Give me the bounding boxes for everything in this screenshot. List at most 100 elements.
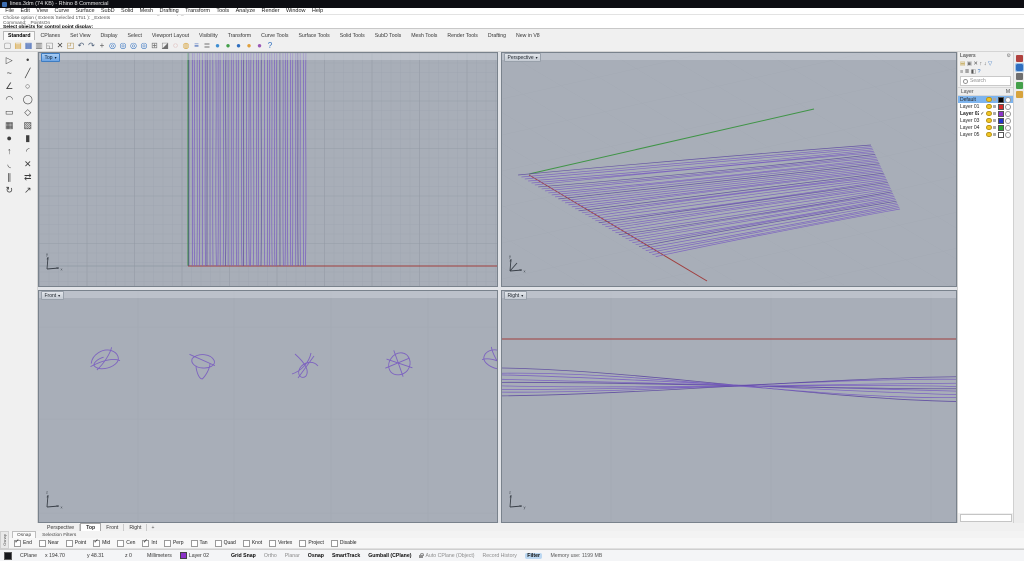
material-icon[interactable] — [1005, 110, 1011, 117]
cplane-button[interactable]: CPlane — [20, 553, 37, 559]
viewport-title-front[interactable]: Front ▾ — [41, 291, 64, 300]
osnap-tab[interactable]: Osnap — [12, 531, 37, 538]
layer-row[interactable]: Default — [958, 96, 1013, 103]
osnap-option[interactable]: ✓ End — [14, 539, 32, 547]
circle[interactable]: ○ — [19, 80, 38, 93]
layers-tab[interactable] — [1014, 63, 1024, 72]
detail-view[interactable]: ≣ — [965, 69, 970, 75]
list-view[interactable]: ≡ — [960, 69, 963, 75]
new-file[interactable]: ▢ — [3, 41, 12, 51]
lock-icon[interactable] — [993, 105, 996, 108]
gear-icon[interactable]: ⚙ — [1007, 53, 1011, 59]
layer-color-swatch[interactable] — [997, 124, 1004, 131]
toolbar-tab[interactable]: SubD Tools — [370, 31, 406, 40]
material-editor[interactable]: ● — [255, 41, 264, 51]
osnap-option[interactable]: ✓ Mid — [93, 539, 110, 547]
osnap-option[interactable]: Near — [38, 539, 59, 547]
osnap-option[interactable]: Cen — [117, 539, 135, 547]
open-file[interactable]: ▤ — [14, 41, 23, 51]
hide-objects[interactable]: ◌ — [171, 41, 180, 51]
material-icon[interactable] — [1005, 96, 1011, 103]
pan-view[interactable]: + — [98, 41, 107, 51]
osnap-option[interactable]: Tan — [190, 539, 208, 547]
named-views[interactable]: ⊞ — [150, 41, 159, 51]
toolbar-tab[interactable]: Standard — [3, 31, 36, 40]
status-toggle[interactable]: Osnap — [308, 553, 324, 559]
menu-item[interactable]: Edit — [17, 8, 33, 14]
menu-item[interactable]: Transform — [182, 8, 213, 14]
curve[interactable]: ~ — [0, 67, 19, 80]
top-viewport-canvas[interactable]: xy — [39, 53, 497, 286]
front-viewport-canvas[interactable]: xz — [39, 291, 497, 522]
osnap-option[interactable]: Knot — [242, 539, 262, 547]
render[interactable]: ● — [234, 41, 243, 51]
material-icon[interactable] — [1005, 117, 1011, 124]
display-mode[interactable]: ◪ — [161, 41, 170, 51]
osnap-option[interactable]: Disable — [330, 539, 357, 547]
menu-item[interactable]: SubD — [98, 8, 118, 14]
checkbox[interactable] — [269, 539, 277, 547]
osnap-option[interactable]: Quad — [214, 539, 236, 547]
lock-icon[interactable] — [993, 119, 996, 122]
menu-item[interactable]: Tools — [213, 8, 232, 14]
properties-tab[interactable] — [1015, 55, 1023, 62]
material-icon[interactable] — [1005, 131, 1011, 138]
paste[interactable]: ◰ — [66, 41, 75, 51]
status-toggle[interactable]: Grid Snap — [231, 553, 256, 559]
split[interactable]: ∥ — [0, 171, 19, 184]
visibility-bulb-icon[interactable] — [986, 103, 992, 110]
new-sublayer[interactable]: ▣ — [967, 61, 972, 67]
viewport-right[interactable]: yz Right ▾ — [501, 290, 957, 523]
checkbox[interactable] — [163, 539, 171, 547]
sphere[interactable]: ● — [0, 132, 19, 145]
status-toggle[interactable]: Ortho — [264, 553, 277, 559]
menu-item[interactable]: Help — [309, 8, 327, 14]
visibility-bulb-icon[interactable] — [986, 124, 992, 131]
status-toggle[interactable]: Planar — [285, 553, 300, 559]
checkbox[interactable]: ✓ — [142, 539, 150, 547]
extrude[interactable]: ↑ — [0, 145, 19, 158]
arc[interactable]: ◠ — [0, 93, 19, 106]
toolbar-tab[interactable]: Display — [95, 31, 122, 40]
layer-row[interactable]: Layer 03 — [958, 117, 1013, 124]
menu-item[interactable]: Solid — [118, 8, 137, 14]
menu-item[interactable]: Drafting — [156, 8, 182, 14]
checkbox[interactable]: ✓ — [14, 539, 21, 547]
osnap-side-tab[interactable]: Osnap — [0, 531, 9, 549]
rectangle[interactable]: ▭ — [0, 106, 19, 119]
visibility-bulb-icon[interactable] — [986, 131, 992, 138]
menu-item[interactable]: Curve — [51, 8, 72, 14]
command-history[interactable]: Drag a window to zoom ( All Dynamic Exte… — [0, 15, 1024, 29]
lock-objects[interactable]: ◍ — [182, 41, 191, 51]
polyline[interactable]: ∠ — [0, 80, 19, 93]
toolbar-tab[interactable]: Surface Tools — [293, 31, 334, 40]
trim[interactable]: ✕ — [19, 158, 38, 171]
delete-layer[interactable]: ✕ — [973, 61, 978, 67]
polygon[interactable]: ◇ — [19, 106, 38, 119]
viewport-title-right[interactable]: Right ▾ — [504, 291, 527, 300]
osnap-tab[interactable]: Selection Filters — [38, 532, 80, 538]
display-tab[interactable] — [1015, 73, 1023, 80]
units-button[interactable]: Millimeters — [147, 553, 172, 559]
ellipse[interactable]: ◯ — [19, 93, 38, 106]
zoom-extents[interactable]: ◎ — [129, 41, 138, 51]
toolbar-tab[interactable]: Viewport Layout — [147, 31, 194, 40]
rendering-tab[interactable] — [1015, 82, 1023, 89]
status-toggle[interactable]: Auto CPlane (Object) — [419, 553, 474, 559]
checkbox[interactable]: ✓ — [93, 539, 101, 547]
toolbar-tab[interactable]: Render Tools — [442, 31, 482, 40]
filter-layers[interactable]: ▽ — [988, 61, 992, 67]
osnap-option[interactable]: Point — [65, 539, 86, 547]
perspective-viewport-canvas[interactable]: xy — [502, 53, 956, 286]
viewport-top[interactable]: xy Top ▾ — [38, 52, 498, 287]
lock-icon[interactable] — [993, 126, 996, 129]
checkbox[interactable] — [299, 539, 307, 547]
viewport-tab[interactable]: Front — [101, 524, 125, 531]
layer-row[interactable]: Layer 02 ✓ — [958, 110, 1013, 117]
status-toggle[interactable]: Filter — [524, 552, 543, 559]
toolbar-tab[interactable]: Select — [123, 31, 147, 40]
chevron-down-icon[interactable]: ▾ — [521, 293, 523, 298]
current-layer-chip[interactable]: Layer 02 — [179, 552, 209, 559]
menu-item[interactable]: View — [33, 8, 51, 14]
toolbar-tab[interactable]: CPlanes — [35, 31, 65, 40]
